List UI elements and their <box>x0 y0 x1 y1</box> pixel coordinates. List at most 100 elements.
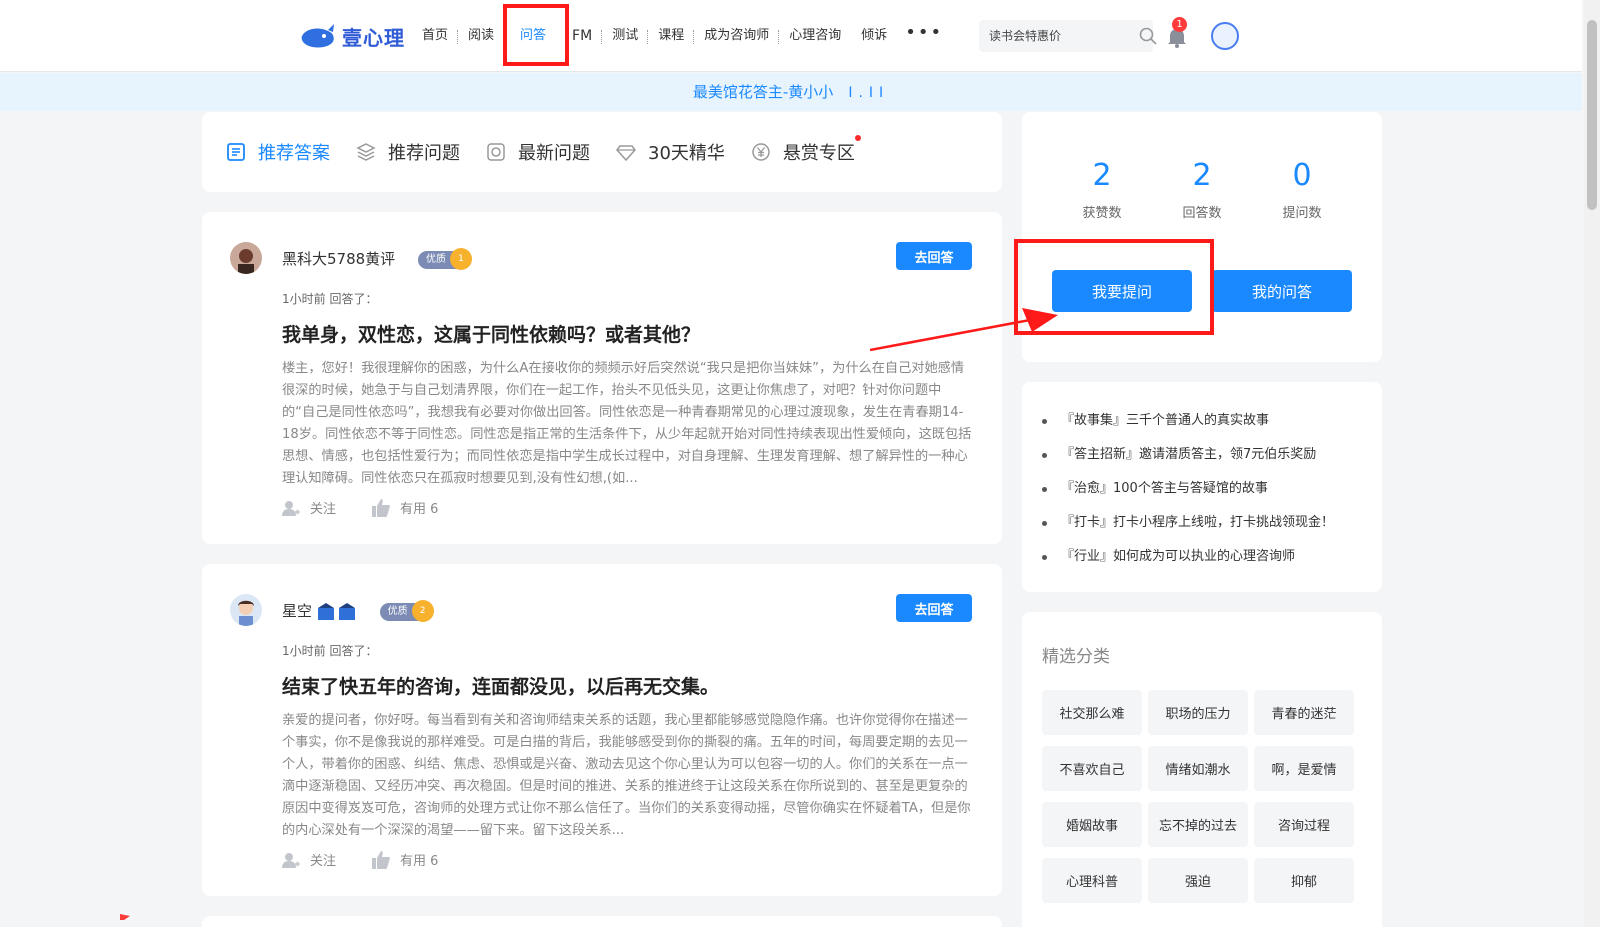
avatar[interactable] <box>230 594 262 626</box>
clock-square-icon <box>487 143 505 161</box>
category-chip[interactable]: 青春的迷茫 <box>1254 690 1354 735</box>
list-item[interactable]: 『治愈』100个答主与答疑馆的故事 <box>1042 472 1362 506</box>
categories-card: 精选分类 社交那么难 职场的压力 青春的迷茫 不喜欢自己 情绪如潮水 啊，是爱情… <box>1022 612 1382 927</box>
logo-text: 壹心理 <box>342 26 405 50</box>
nav-reading[interactable]: 阅读 <box>458 22 504 50</box>
thumbs-up-icon <box>372 498 390 517</box>
layers-icon <box>356 143 376 161</box>
my-qa-button[interactable]: 我的问答 <box>1212 270 1352 312</box>
useful-label: 有用 6 <box>400 502 439 517</box>
site-logo[interactable]: 壹心理 <box>300 22 405 51</box>
list-item[interactable]: 『行业』如何成为可以执业的心理咨询师 <box>1042 540 1362 574</box>
useful-label: 有用 6 <box>400 854 439 869</box>
medal-icon: 2 <box>411 599 434 622</box>
answer-card-partial <box>202 916 1002 927</box>
quality-badge: 优质 2 <box>379 599 434 622</box>
follow-label: 关注 <box>310 854 337 869</box>
list-item[interactable]: 『故事集』三千个普通人的真实故事 <box>1042 404 1362 438</box>
document-icon <box>227 143 245 161</box>
nav-home[interactable]: 首页 <box>412 22 459 50</box>
top-header: 壹心理 首页 阅读 问答 FM 测试 课程 成为咨询师 心理咨询 倾诉 ••• … <box>0 0 1582 72</box>
tab-bounty[interactable]: 悬赏专区 <box>751 135 861 165</box>
category-chip[interactable]: 不喜欢自己 <box>1042 746 1142 791</box>
user-name-row: 星空 优质 2 <box>282 599 434 622</box>
category-chip[interactable]: 咨询过程 <box>1254 802 1354 847</box>
user-name[interactable]: 黑科大5788黄评 <box>282 250 395 268</box>
category-chip[interactable]: 情绪如潮水 <box>1148 746 1248 791</box>
stat-number: 0 <box>1292 158 1312 193</box>
banner-text: 最美馆花答主-黄小小 <box>692 83 834 101</box>
question-title[interactable]: 我单身，双性恋，这属于同性依赖吗？或者其他？ <box>282 320 700 347</box>
quality-badge: 优质 1 <box>417 247 472 270</box>
nav-counseling[interactable]: 心理咨询 <box>779 22 851 50</box>
answer-excerpt[interactable]: 亲爱的提问者，你好呀。每当看到有关和咨询师结束关系的话题，我心里都能够感觉隐隐作… <box>282 710 972 842</box>
scrollbar-thumb[interactable] <box>1587 20 1597 210</box>
question-title[interactable]: 结束了快五年的咨询，连面都没见，以后再无交集。 <box>282 672 719 699</box>
follow-button[interactable]: 关注 <box>282 498 336 517</box>
decoration-icon <box>317 602 355 620</box>
user-name[interactable]: 星空 <box>282 602 312 620</box>
categories-grid: 社交那么难 职场的压力 青春的迷茫 不喜欢自己 情绪如潮水 啊，是爱情 婚姻故事… <box>1042 690 1354 903</box>
tab-recommended-questions[interactable]: 推荐问题 <box>356 139 460 165</box>
answer-card: 黑科大5788黄评 优质 1 去回答 1小时前 回答了： 我单身，双性恋，这属于同… <box>202 212 1002 544</box>
go-answer-button[interactable]: 去回答 <box>896 242 972 270</box>
go-answer-button[interactable]: 去回答 <box>896 594 972 622</box>
flag-icon <box>120 914 130 927</box>
tab-label: 推荐答案 <box>258 143 330 164</box>
category-chip[interactable]: 强迫 <box>1148 858 1248 903</box>
answer-time: 1小时前 回答了： <box>282 644 378 658</box>
page-scrollbar[interactable] <box>1584 0 1600 927</box>
follow-button[interactable]: 关注 <box>282 850 336 869</box>
answer-actions: 关注 有用 6 <box>282 850 474 869</box>
stat-label: 获赞数 <box>1082 206 1122 221</box>
search-box <box>979 20 1157 52</box>
category-chip[interactable]: 抑郁 <box>1254 858 1354 903</box>
nav-qa[interactable]: 问答 <box>510 22 556 50</box>
category-chip[interactable]: 啊，是爱情 <box>1254 746 1354 791</box>
medal-icon: 1 <box>449 247 472 270</box>
user-avatar-icon[interactable] <box>1211 22 1239 50</box>
follow-label: 关注 <box>310 502 337 517</box>
stat-label: 回答数 <box>1182 206 1222 221</box>
user-stats-card: 2 获赞数 2 回答数 0 提问数 我要提问 我的问答 <box>1022 112 1382 362</box>
stat-questions: 0 提问数 <box>1262 158 1342 221</box>
category-chip[interactable]: 婚姻故事 <box>1042 802 1142 847</box>
answer-card: 星空 优质 2 去回答 1小时前 回答了： 结束了快五年的咨询，连面都没见，以后再… <box>202 564 1002 896</box>
list-item[interactable]: 『答主招新』邀请潜质答主，领7元伯乐奖励 <box>1042 438 1362 472</box>
stat-label: 提问数 <box>1282 206 1322 221</box>
answer-excerpt[interactable]: 楼主，您好！我很理解你的困惑，为什么A在接收你的频频示好后突然说“我只是把你当妹… <box>282 358 972 490</box>
category-chip[interactable]: 忘不掉的过去 <box>1148 802 1248 847</box>
category-chip[interactable]: 社交那么难 <box>1042 690 1142 735</box>
tab-label: 推荐问题 <box>388 143 460 164</box>
useful-button[interactable]: 有用 6 <box>372 498 438 517</box>
tab-latest-questions[interactable]: 最新问题 <box>486 139 590 165</box>
ask-question-button[interactable]: 我要提问 <box>1052 270 1192 312</box>
nav-become-counselor[interactable]: 成为咨询师 <box>694 22 780 50</box>
search-input[interactable] <box>979 20 1139 52</box>
nav-test[interactable]: 测试 <box>602 22 649 50</box>
tab-30day-best[interactable]: 30天精华 <box>616 139 725 165</box>
list-item[interactable]: 『打卡』打卡小程序上线啦，打卡挑战领现金！ <box>1042 506 1362 540</box>
stat-number: 2 <box>1192 158 1212 193</box>
announcement-banner[interactable]: 最美馆花答主-黄小小 I.II <box>0 73 1582 111</box>
nav-course[interactable]: 课程 <box>648 22 695 50</box>
thumbs-up-icon <box>372 850 390 869</box>
nav-confide[interactable]: 倾诉 <box>851 22 897 50</box>
tab-label: 最新问题 <box>518 143 590 164</box>
answer-actions: 关注 有用 6 <box>282 498 474 517</box>
more-menu-icon[interactable]: ••• <box>897 22 951 50</box>
category-chip[interactable]: 心理科普 <box>1042 858 1142 903</box>
avatar[interactable] <box>230 242 262 274</box>
new-dot-icon <box>854 135 861 141</box>
tab-recommended-answers[interactable]: 推荐答案 <box>226 139 330 165</box>
person-add-icon <box>282 500 300 516</box>
stat-answers: 2 回答数 <box>1162 158 1242 221</box>
search-icon[interactable] <box>1139 20 1157 52</box>
category-chip[interactable]: 职场的压力 <box>1148 690 1248 735</box>
qa-tabs: 推荐答案 推荐问题 最新问题 30天精华 悬赏专区 <box>202 112 1002 192</box>
useful-button[interactable]: 有用 6 <box>372 850 438 869</box>
stat-number: 2 <box>1092 158 1112 193</box>
nav-fm[interactable]: FM <box>562 22 603 50</box>
user-name-row: 黑科大5788黄评 优质 1 <box>282 247 472 270</box>
stat-likes: 2 获赞数 <box>1062 158 1142 221</box>
